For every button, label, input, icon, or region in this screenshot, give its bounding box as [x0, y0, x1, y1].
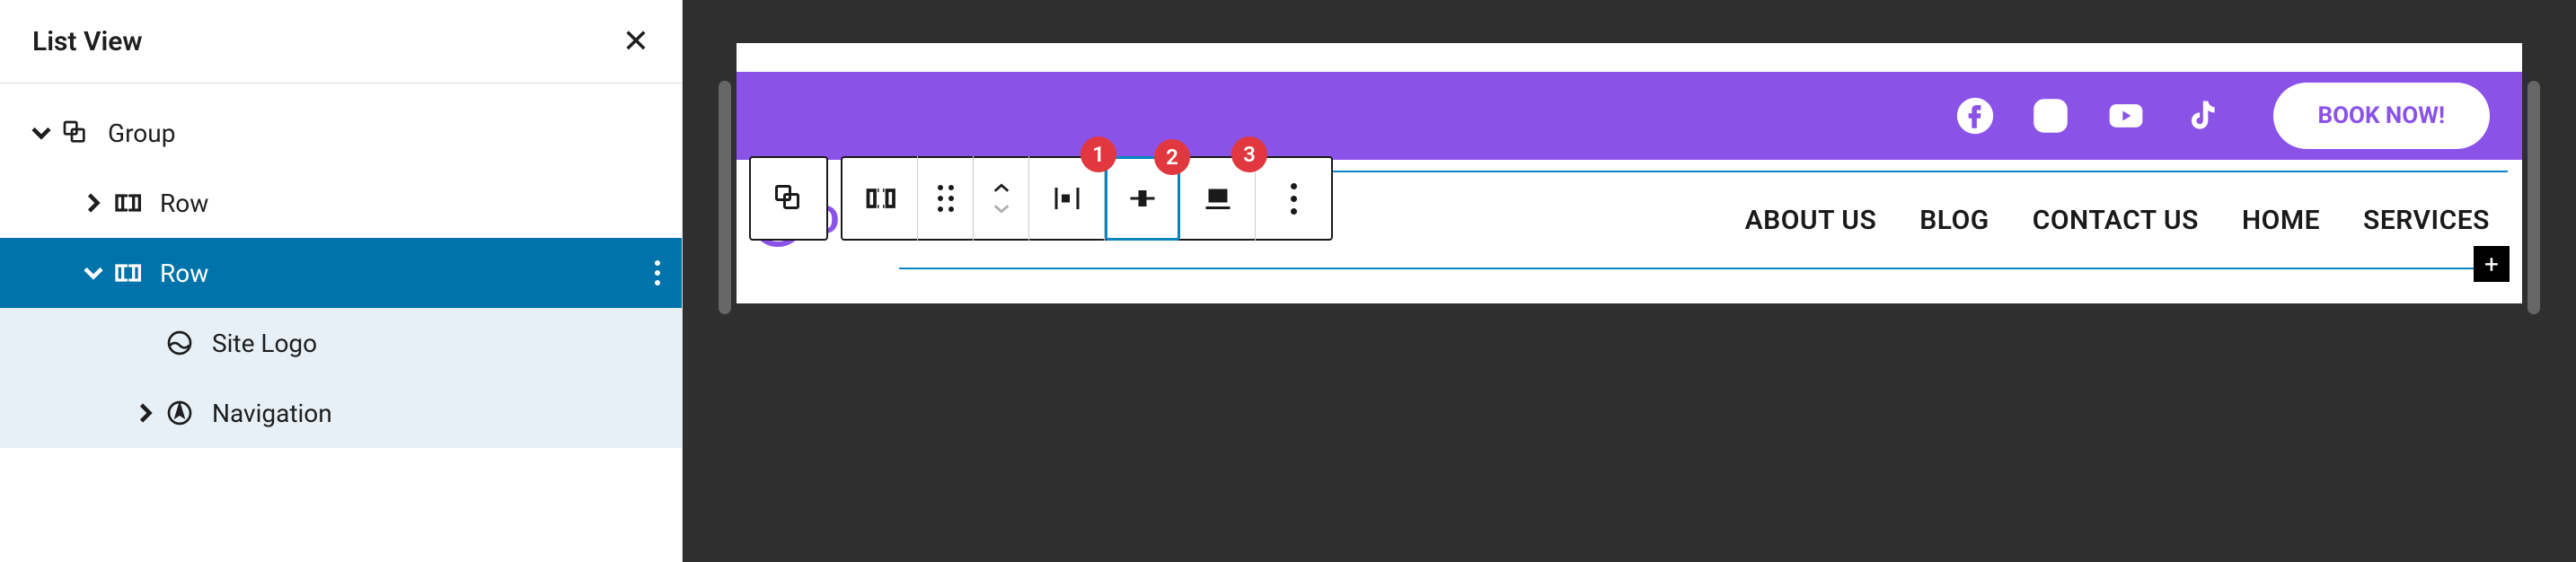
sidebar-header: List View ✕ — [0, 0, 682, 83]
editor-canvas: BOOK NOW! D DIVI ABOUT US BLOG CONTACT U… — [683, 0, 2576, 562]
chevron-down-icon[interactable] — [25, 117, 57, 149]
page-preview: BOOK NOW! D DIVI ABOUT US BLOG CONTACT U… — [737, 43, 2522, 303]
drag-handle[interactable] — [918, 156, 974, 241]
align-button[interactable]: 2 — [1105, 156, 1180, 241]
tree-item-row[interactable]: Row — [0, 168, 682, 238]
tree-item-label: Row — [160, 189, 208, 218]
parent-selector — [749, 156, 828, 241]
annotation-2: 2 — [1154, 139, 1190, 175]
scrollbar-right[interactable] — [2527, 81, 2540, 314]
options-menu-icon[interactable] — [655, 260, 660, 285]
youtube-icon[interactable] — [2104, 94, 2148, 137]
row-block-icon — [110, 189, 146, 217]
more-options-button[interactable] — [1256, 156, 1331, 241]
nav-link[interactable]: CONTACT US — [2033, 205, 2199, 236]
tree-item-site-logo[interactable]: Site Logo — [0, 308, 682, 378]
close-icon[interactable]: ✕ — [622, 25, 649, 57]
tree-item-label: Site Logo — [212, 329, 317, 358]
tree-item-row-selected[interactable]: Row — [0, 238, 682, 308]
block-tree: Group Row Row Site Logo — [0, 83, 682, 448]
chevron-right-icon[interactable] — [129, 397, 162, 429]
tiktok-icon[interactable] — [2180, 94, 2223, 137]
instagram-icon[interactable] — [2029, 94, 2072, 137]
nav-link[interactable]: ABOUT US — [1745, 205, 1877, 236]
panel-title: List View — [32, 26, 143, 57]
list-view-panel: List View ✕ Group Row — [0, 0, 683, 562]
block-type-button[interactable] — [842, 156, 918, 241]
tree-item-label: Row — [160, 259, 208, 288]
group-block-icon — [57, 119, 93, 147]
scrollbar-left[interactable] — [719, 81, 731, 314]
nav-link[interactable]: BLOG — [1919, 205, 1989, 236]
chevron-down-icon[interactable] — [77, 257, 110, 289]
tree-item-label: Group — [108, 119, 175, 148]
facebook-icon[interactable] — [1954, 94, 1997, 137]
justify-button[interactable]: 1 — [1029, 156, 1105, 241]
main-toolbar: 1 2 3 — [841, 156, 1333, 241]
row-block-icon — [110, 259, 146, 287]
book-now-button[interactable]: BOOK NOW! — [2273, 83, 2491, 149]
move-updown-button[interactable] — [974, 156, 1029, 241]
tree-item-navigation[interactable]: Navigation — [0, 378, 682, 448]
annotation-1: 1 — [1081, 136, 1116, 172]
tree-item-group[interactable]: Group — [0, 98, 682, 168]
top-bar: BOOK NOW! — [737, 72, 2522, 160]
tree-item-label: Navigation — [212, 399, 332, 428]
site-logo-block-icon — [162, 329, 198, 357]
add-block-icon[interactable]: + — [2474, 246, 2510, 282]
block-toolbar: 1 2 3 — [749, 156, 1333, 241]
nav-link[interactable]: SERVICES — [2363, 205, 2490, 236]
navigation-block-icon — [162, 399, 198, 427]
select-parent-button[interactable] — [751, 156, 826, 241]
annotation-3: 3 — [1231, 136, 1267, 172]
nav-link[interactable]: HOME — [2242, 205, 2320, 236]
chevron-right-icon[interactable] — [77, 187, 110, 219]
width-button[interactable]: 3 — [1180, 156, 1256, 241]
